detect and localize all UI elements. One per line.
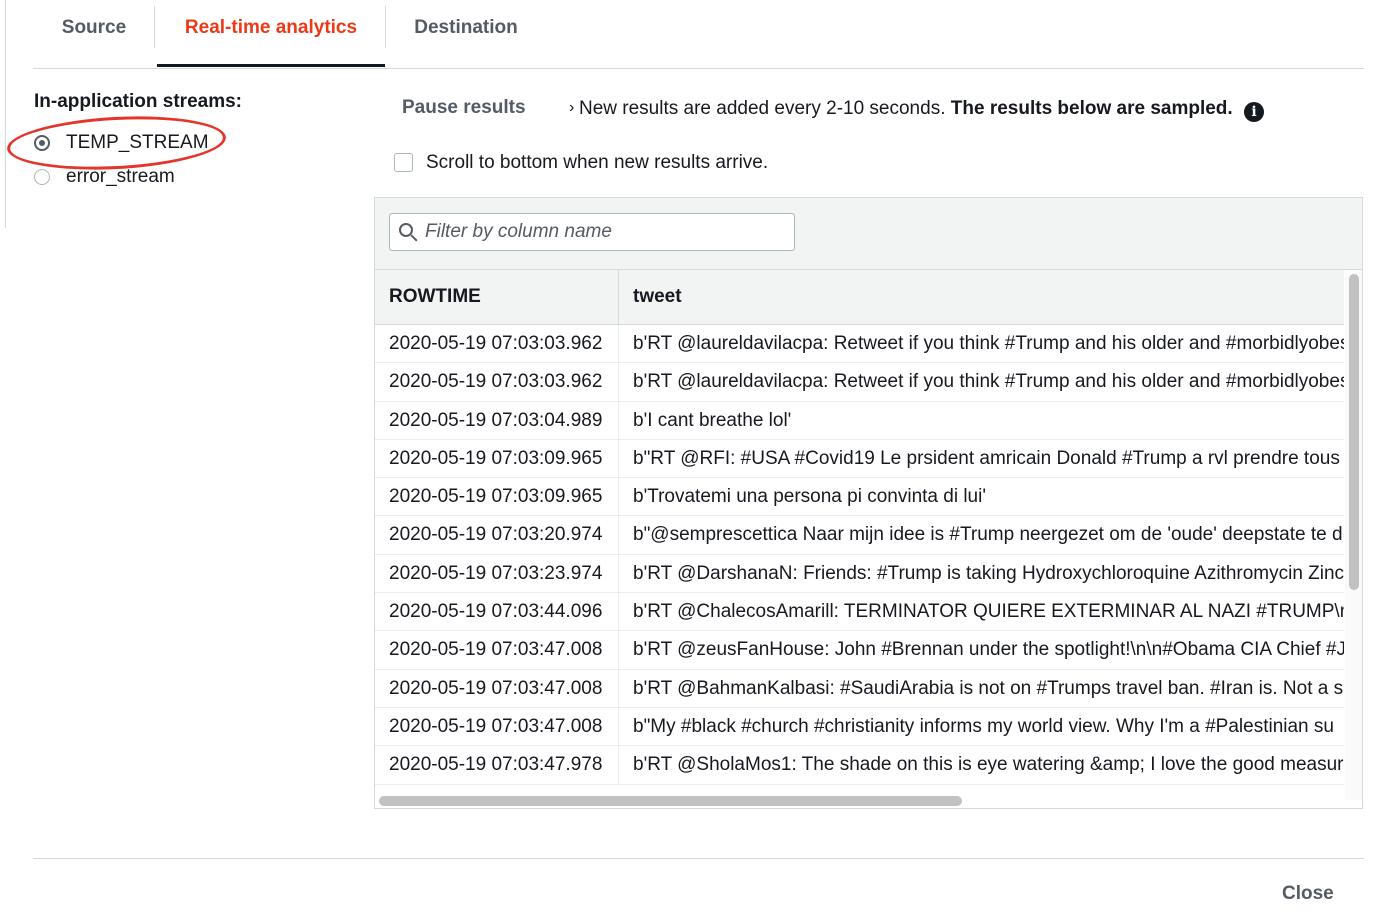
table-row: 2020-05-19 07:03:23.974 b'RT @DarshanaN: … (375, 554, 1344, 594)
stream-option-label: error_stream (66, 166, 175, 187)
scroll-to-bottom-checkbox[interactable] (394, 153, 413, 172)
filter-bar (375, 198, 1362, 270)
tweet-cell: b'RT @zeusFanHouse: John #Brennan under … (633, 639, 1344, 661)
tab-destination[interactable]: Destination (390, 0, 542, 66)
tweet-cell: b'RT @DarshanaN: Friends: #Trump is taki… (633, 562, 1344, 584)
tab-divider (385, 6, 386, 48)
tab-divider (154, 6, 155, 48)
rowtime-cell: 2020-05-19 07:03:47.008 (375, 669, 619, 707)
column-header-rowtime[interactable]: ROWTIME (375, 270, 619, 324)
radio-selected-icon[interactable] (34, 135, 50, 151)
rowtime-cell: 2020-05-19 07:03:04.989 (375, 401, 619, 439)
tab-bar: Source Real-time analytics Destination (33, 0, 1364, 69)
stream-option-error-stream[interactable]: error_stream (34, 163, 175, 191)
table-row: 2020-05-19 07:03:04.989 b'I cant breathe … (375, 401, 1344, 440)
table-row: 2020-05-19 07:03:47.978 b'RT @SholaMos1: … (375, 746, 1344, 785)
tweet-cell: b'I cant breathe lol' (633, 409, 792, 431)
rowtime-cell: 2020-05-19 07:03:03.962 (375, 325, 619, 363)
filter-field[interactable] (389, 213, 795, 251)
tweet-cell: b"My #black #church #christianity inform… (633, 715, 1334, 737)
horizontal-scrollbar-thumb[interactable] (379, 796, 962, 806)
table-row: 2020-05-19 07:03:47.008 b'RT @BahmanKalba… (375, 669, 1344, 708)
table-row: 2020-05-19 07:03:20.974 b"@semprescettica… (375, 516, 1344, 555)
table-row: 2020-05-19 07:03:44.096 b'RT @ChalecosAma… (375, 593, 1344, 632)
tweet-cell: b"@semprescettica Naar mijn idee is #Tru… (633, 524, 1343, 546)
search-icon (399, 223, 413, 237)
vertical-scrollbar-thumb[interactable] (1349, 274, 1359, 590)
streams-heading: In-application streams: (34, 91, 242, 112)
tweet-cell: b'Trovatemi una persona pi convinta di l… (633, 486, 986, 508)
table-row: 2020-05-19 07:03:47.008 b"My #black #chur… (375, 707, 1344, 747)
table-header: ROWTIME tweet (375, 270, 1344, 325)
rowtime-cell: 2020-05-19 07:03:23.974 (375, 554, 619, 593)
rowtime-cell: 2020-05-19 07:03:47.008 (375, 631, 619, 669)
tweet-cell: b"RT @RFI: #USA #Covid19 Le prsident amr… (633, 447, 1340, 469)
loading-spinner-icon: › (569, 99, 575, 116)
filter-input[interactable] (425, 221, 785, 243)
pause-results-button[interactable]: Pause results (402, 97, 526, 119)
tab-real-time-analytics[interactable]: Real-time analytics (157, 0, 385, 67)
sampling-info-text: New results are added every 2-10 seconds… (579, 98, 946, 119)
results-panel: ROWTIME tweet 2020-05-19 07:03:03.962 b'R… (374, 197, 1363, 809)
rowtime-cell: 2020-05-19 07:03:09.965 (375, 439, 619, 478)
rowtime-cell: 2020-05-19 07:03:03.962 (375, 363, 619, 401)
rowtime-cell: 2020-05-19 07:03:47.008 (375, 707, 619, 746)
rowtime-cell: 2020-05-19 07:03:09.965 (375, 478, 619, 516)
column-header-tweet[interactable]: tweet (619, 270, 1344, 324)
sampling-info: New results are added every 2-10 seconds… (579, 98, 1264, 122)
table-row: 2020-05-19 07:03:47.008 b'RT @zeusFanHous… (375, 631, 1344, 670)
footer-divider (33, 858, 1364, 859)
table-row: 2020-05-19 07:03:09.965 b"RT @RFI: #USA #… (375, 439, 1344, 479)
tab-source[interactable]: Source (33, 0, 155, 66)
close-button[interactable]: Close (1282, 883, 1334, 905)
results-table: ROWTIME tweet 2020-05-19 07:03:03.962 b'R… (375, 270, 1344, 785)
info-icon[interactable]: i (1243, 102, 1264, 122)
panel-left-border (5, 0, 6, 228)
table-body: 2020-05-19 07:03:03.962 b'RT @laureldavil… (375, 325, 1344, 785)
scroll-to-bottom-label: Scroll to bottom when new results arrive… (426, 152, 769, 173)
tweet-cell: b'RT @BahmanKalbasi: #SaudiArabia is not… (633, 677, 1344, 699)
rowtime-cell: 2020-05-19 07:03:44.096 (375, 593, 619, 631)
stream-option-label: TEMP_STREAM (66, 132, 209, 153)
tweet-cell: b'RT @laureldavilacpa: Retweet if you th… (633, 371, 1344, 393)
tweet-cell: b'RT @SholaMos1: The shade on this is ey… (633, 754, 1344, 776)
table-row: 2020-05-19 07:03:03.962 b'RT @laureldavil… (375, 325, 1344, 364)
sampling-info-bold: The results below are sampled. (950, 98, 1233, 119)
rowtime-cell: 2020-05-19 07:03:20.974 (375, 516, 619, 554)
tweet-cell: b'RT @ChalecosAmarill: TERMINATOR QUIERE… (633, 601, 1344, 623)
radio-unselected-icon[interactable] (34, 169, 50, 185)
table-row: 2020-05-19 07:03:03.962 b'RT @laureldavil… (375, 363, 1344, 402)
stream-option-temp-stream[interactable]: TEMP_STREAM (34, 129, 209, 157)
tweet-cell: b'RT @laureldavilacpa: Retweet if you th… (633, 333, 1344, 354)
rowtime-cell: 2020-05-19 07:03:47.978 (375, 746, 619, 784)
table-row: 2020-05-19 07:03:09.965 b'Trovatemi una p… (375, 478, 1344, 517)
